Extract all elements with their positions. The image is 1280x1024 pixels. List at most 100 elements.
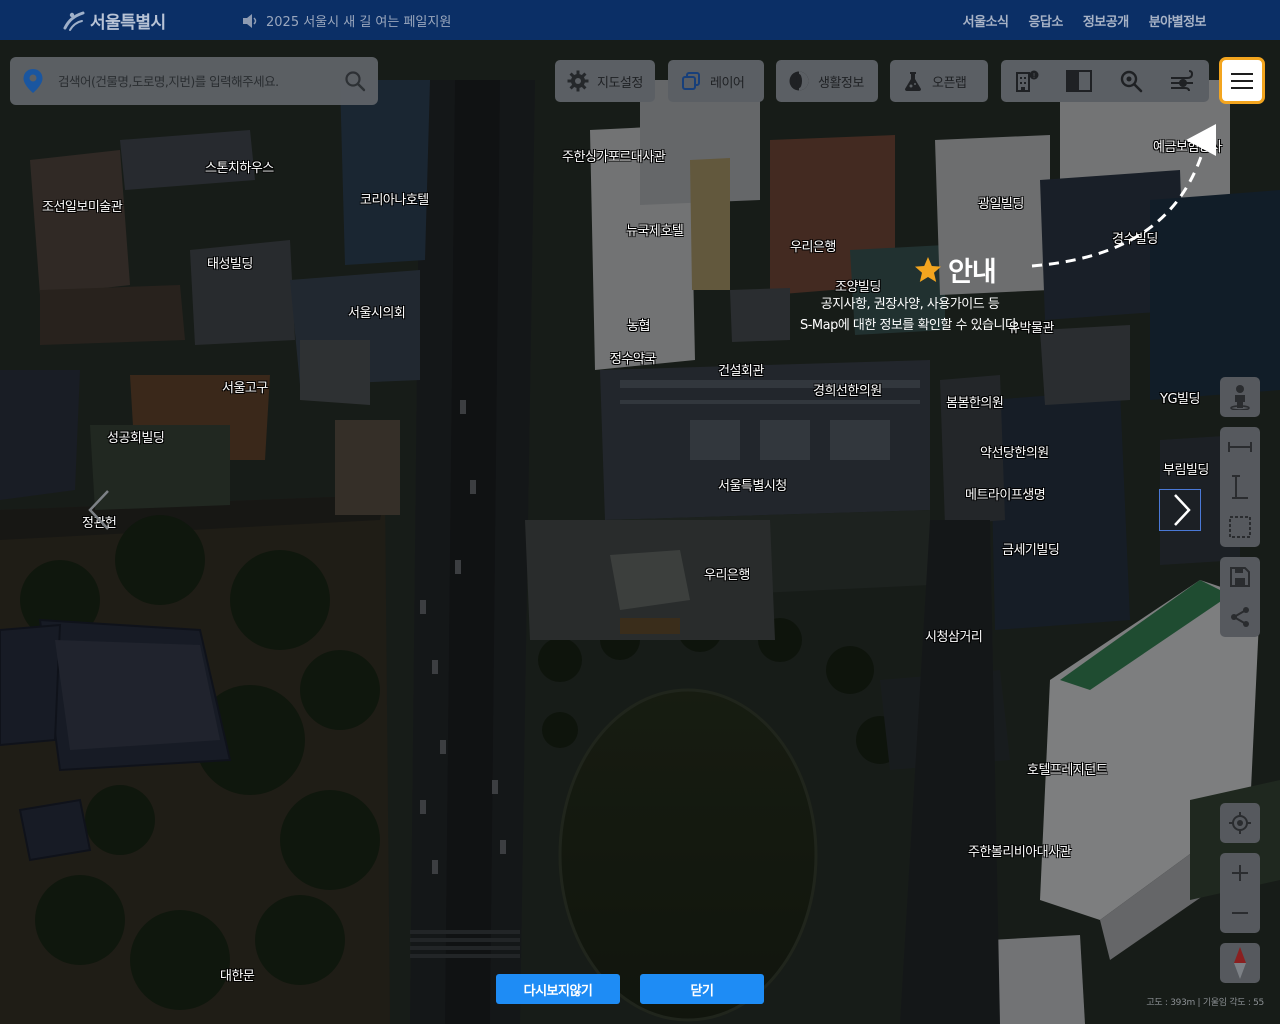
- seoul-logo-icon: [63, 11, 85, 31]
- map-label: 주한싱가포르대사관: [562, 150, 666, 165]
- compass-button[interactable]: [1220, 943, 1260, 983]
- flask-icon: [905, 72, 921, 91]
- map-label: 시청삼거리: [925, 630, 983, 645]
- logo-text: 서울특별시: [90, 13, 166, 33]
- wind-icon: [1171, 70, 1194, 92]
- zoom-out-button[interactable]: [1220, 893, 1260, 933]
- altitude-tilt-status: 고도 : 393m | 기울임 각도 : 55: [1146, 998, 1264, 1008]
- open-lab-button[interactable]: 오픈랩: [890, 60, 988, 102]
- split-view-button[interactable]: [1053, 60, 1105, 102]
- height-icon: [1232, 475, 1248, 499]
- zoom-search-button[interactable]: [1105, 60, 1157, 102]
- guide-title: 안내: [914, 250, 997, 289]
- menu-line-icon: [1231, 72, 1253, 75]
- map-settings-label: 지도설정: [597, 75, 643, 91]
- svg-text:!: !: [1033, 72, 1036, 80]
- map-label: 광일빌딩: [978, 197, 1024, 212]
- life-info-button[interactable]: 생활정보: [776, 60, 878, 102]
- map-label: 서울고구: [222, 381, 268, 396]
- save-share-group: [1220, 557, 1260, 637]
- speaker-icon: [243, 13, 257, 28]
- layers-icon: [682, 72, 700, 90]
- top-nav: 서울소식 응답소 정보공개 분야별정보: [963, 11, 1207, 30]
- seoul-logo[interactable]: 서울특별시: [62, 8, 166, 33]
- search-icon[interactable]: [344, 70, 366, 92]
- layer-label: 레이어: [710, 75, 745, 91]
- map-tool-group: !: [1001, 60, 1209, 102]
- map-label: 금세기빌딩: [1002, 543, 1060, 558]
- share-icon: [1231, 607, 1249, 627]
- pegman-icon: [1230, 385, 1250, 410]
- notice-text: 2025 서울시 새 길 여는 페일지원: [266, 15, 452, 30]
- zoom-in-button[interactable]: [1220, 853, 1260, 893]
- map-label: 대한문: [220, 969, 255, 984]
- guide-line-2: S-Map에 대한 정보를 확인할 수 있습니다.: [799, 318, 1021, 333]
- map-label: 건설회관: [718, 364, 764, 379]
- chevron-right-icon: [1174, 494, 1191, 526]
- map-label: 태성빌딩: [207, 257, 253, 272]
- search-bar: [10, 57, 378, 105]
- magnify-icon: [1120, 70, 1143, 93]
- map-label: 조양빌딩: [835, 280, 881, 295]
- map-label: 우리은행: [704, 568, 750, 583]
- menu-line-icon: [1231, 86, 1253, 89]
- menu-line-icon: [1231, 79, 1253, 82]
- map-label: 봄봄한의원: [946, 396, 1004, 411]
- dont-show-again-button[interactable]: 다시보지않기: [496, 974, 620, 1004]
- save-icon: [1230, 567, 1250, 587]
- map-label: 약선당한의원: [980, 446, 1049, 461]
- map-label: 우리은행: [790, 240, 836, 255]
- map-label: 조선일보미술관: [42, 200, 123, 215]
- nav-info-disclosure[interactable]: 정보공개: [1083, 11, 1129, 30]
- map-label: 경희선한의원: [813, 384, 882, 399]
- life-info-label: 생활정보: [818, 75, 864, 91]
- measure-tool-group: [1220, 427, 1260, 547]
- guide-description: 공지사항, 권장사양, 사용가이드 등 S-Map에 대한 정보를 확인할 수 …: [740, 294, 1080, 336]
- map-label: 호텔프레지던트: [1027, 763, 1108, 778]
- hamburger-menu-button[interactable]: [1219, 57, 1265, 104]
- map-label: 부림빌딩: [1163, 463, 1209, 478]
- guide-title-text: 안내: [948, 257, 997, 288]
- plus-icon: [1232, 865, 1248, 881]
- map-label: 메트라이프생명: [965, 488, 1046, 503]
- map-label: 주한볼리비아대사관: [968, 845, 1072, 860]
- map-label: 코리아나호텔: [360, 193, 429, 208]
- share-button[interactable]: [1220, 597, 1260, 637]
- notice-banner[interactable]: 2025 서울시 새 길 여는 페일지원: [242, 11, 451, 30]
- nav-response-center[interactable]: 응답소: [1028, 11, 1063, 30]
- life-info-icon: [789, 71, 809, 91]
- area-icon: [1229, 516, 1251, 538]
- previous-guide-arrow[interactable]: [82, 488, 116, 532]
- gear-icon: [567, 70, 589, 92]
- guide-pointer-arrow: [1031, 124, 1216, 268]
- distance-measure-button[interactable]: [1220, 427, 1260, 467]
- next-guide-button[interactable]: [1159, 489, 1201, 531]
- distance-icon: [1228, 442, 1252, 452]
- compass-icon: [1234, 947, 1246, 979]
- map-label: 뉴국제호텔: [626, 224, 684, 239]
- zoom-controls: [1220, 853, 1260, 933]
- guide-line-1: 공지사항, 권장사양, 사용가이드 등: [820, 297, 1000, 312]
- area-measure-button[interactable]: [1220, 507, 1260, 547]
- open-lab-label: 오픈랩: [932, 75, 967, 91]
- location-pin-icon: [23, 69, 43, 93]
- map-label: 농협: [627, 319, 650, 334]
- building-icon: !: [1016, 70, 1039, 92]
- building-info-button[interactable]: !: [1001, 60, 1053, 102]
- map-settings-button[interactable]: 지도설정: [555, 60, 655, 102]
- map-label: YG빌딩: [1160, 392, 1200, 407]
- layer-button[interactable]: 레이어: [668, 60, 764, 102]
- nav-seoul-news[interactable]: 서울소식: [963, 11, 1009, 30]
- map-label: 스톤치하우스: [205, 161, 274, 176]
- map-label: 성공회빌딩: [107, 431, 165, 446]
- map-label: 서울특별시청: [718, 479, 787, 494]
- minus-icon: [1232, 912, 1248, 914]
- height-measure-button[interactable]: [1220, 467, 1260, 507]
- nav-field-info[interactable]: 분야별정보: [1149, 11, 1207, 30]
- close-button[interactable]: 닫기: [640, 974, 764, 1004]
- weather-button[interactable]: [1157, 60, 1209, 102]
- save-button[interactable]: [1220, 557, 1260, 597]
- search-input[interactable]: [58, 73, 344, 89]
- street-view-button[interactable]: [1220, 377, 1260, 417]
- my-location-button[interactable]: [1220, 803, 1260, 843]
